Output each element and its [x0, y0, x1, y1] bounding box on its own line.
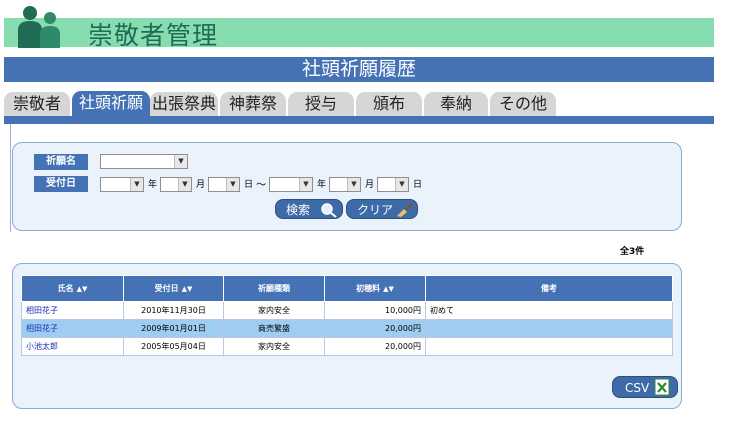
- tab-funeral[interactable]: 神葬祭: [220, 92, 286, 116]
- note-cell: 初めて: [425, 301, 673, 320]
- date-cell: 2010年11月30日: [123, 301, 224, 320]
- column-header-type: 祈願種類: [223, 275, 325, 302]
- people-icon: [18, 6, 60, 48]
- from-year-select[interactable]: ▼: [100, 177, 144, 192]
- month-unit: 月: [196, 180, 206, 190]
- chevron-down-icon: ▼: [130, 178, 143, 191]
- note-cell: [425, 337, 673, 356]
- excel-icon: [654, 378, 670, 396]
- month-unit: 月: [365, 180, 375, 190]
- column-header-name[interactable]: 氏名 ▲▼: [21, 275, 124, 302]
- results-table: 氏名 ▲▼ 受付日 ▲▼ 祈願種類 初穂料 ▲▼ 備考 相田花子 2010年11月3: [21, 275, 673, 356]
- table-row[interactable]: 相田花子 2009年01月01日 商売繁盛 20,000円: [21, 319, 673, 338]
- column-header-fee[interactable]: 初穂料 ▲▼: [324, 275, 426, 302]
- name-cell[interactable]: 小池太郎: [21, 337, 124, 356]
- column-header-note: 備考: [425, 275, 673, 302]
- tab-offsite-ritual[interactable]: 出張祭典: [150, 92, 218, 116]
- fee-cell: 10,000円: [324, 301, 426, 320]
- result-count: 全3件: [620, 247, 645, 257]
- results-panel: 氏名 ▲▼ 受付日 ▲▼ 祈願種類 初穂料 ▲▼ 備考 相田花子 2010年11月3: [12, 263, 682, 409]
- search-button[interactable]: 検索: [275, 199, 343, 219]
- year-unit: 年: [317, 180, 327, 190]
- to-month-select[interactable]: ▼: [329, 177, 361, 192]
- sort-icon[interactable]: ▲▼: [77, 285, 88, 293]
- csv-button-label: CSV: [625, 381, 650, 395]
- fee-cell: 20,000円: [324, 319, 426, 338]
- name-cell[interactable]: 相田花子: [21, 301, 124, 320]
- tab-other[interactable]: その他: [490, 92, 556, 116]
- chevron-down-icon: ▼: [178, 178, 191, 191]
- sort-icon[interactable]: ▲▼: [383, 285, 394, 293]
- sort-icon[interactable]: ▲▼: [182, 285, 193, 293]
- tab-underline: [4, 116, 714, 124]
- date-cell: 2005年05月04日: [123, 337, 224, 356]
- type-cell: 商売繁盛: [223, 319, 325, 338]
- fee-cell: 20,000円: [324, 337, 426, 356]
- to-year-select[interactable]: ▼: [269, 177, 313, 192]
- page-title: 社頭祈願履歴: [4, 57, 714, 82]
- type-cell: 家内安全: [223, 337, 325, 356]
- search-panel: 祈願名 ▼ 受付日 ▼ 年 ▼ 月 ▼ 日 ～ ▼ 年 ▼ 月 ▼ 日 検索 ク…: [12, 142, 682, 231]
- from-month-select[interactable]: ▼: [160, 177, 192, 192]
- date-cell: 2009年01月01日: [123, 319, 224, 338]
- note-cell: [425, 319, 673, 338]
- tab-worshippers[interactable]: 崇敬者: [4, 92, 70, 116]
- tab-shrine-prayer[interactable]: 社頭祈願: [72, 91, 150, 116]
- type-cell: 家内安全: [223, 301, 325, 320]
- chevron-down-icon: ▼: [395, 178, 408, 191]
- name-cell[interactable]: 相田花子: [21, 319, 124, 338]
- table-row[interactable]: 小池太郎 2005年05月04日 家内安全 20,000円: [21, 337, 673, 356]
- clear-button-label: クリア: [357, 203, 394, 217]
- tab-grant[interactable]: 授与: [288, 92, 354, 116]
- tab-offering[interactable]: 奉納: [424, 92, 488, 116]
- chevron-down-icon: ▼: [174, 155, 187, 168]
- to-day-select[interactable]: ▼: [377, 177, 409, 192]
- chevron-down-icon: ▼: [226, 178, 239, 191]
- prayer-name-select[interactable]: ▼: [100, 154, 188, 169]
- prayer-name-label: 祈願名: [34, 154, 88, 170]
- tab-distribution[interactable]: 頒布: [356, 92, 422, 116]
- year-unit: 年: [148, 180, 158, 190]
- clear-button[interactable]: クリア: [346, 199, 418, 219]
- csv-export-button[interactable]: CSV: [612, 376, 678, 398]
- day-unit: 日: [413, 180, 423, 190]
- app-title: 崇敬者管理: [88, 21, 219, 50]
- chevron-down-icon: ▼: [347, 178, 360, 191]
- range-separator: ～: [256, 180, 266, 191]
- divider: [10, 124, 11, 232]
- column-header-date[interactable]: 受付日 ▲▼: [123, 275, 224, 302]
- from-day-select[interactable]: ▼: [208, 177, 240, 192]
- date-label: 受付日: [34, 176, 88, 192]
- search-button-label: 検索: [286, 203, 311, 217]
- table-header-row: 氏名 ▲▼ 受付日 ▲▼ 祈願種類 初穂料 ▲▼ 備考: [21, 275, 673, 302]
- table-row[interactable]: 相田花子 2010年11月30日 家内安全 10,000円 初めて: [21, 301, 673, 320]
- broom-icon: [397, 202, 414, 217]
- magnifier-icon: [321, 203, 337, 218]
- chevron-down-icon: ▼: [299, 178, 312, 191]
- day-unit: 日: [244, 180, 254, 190]
